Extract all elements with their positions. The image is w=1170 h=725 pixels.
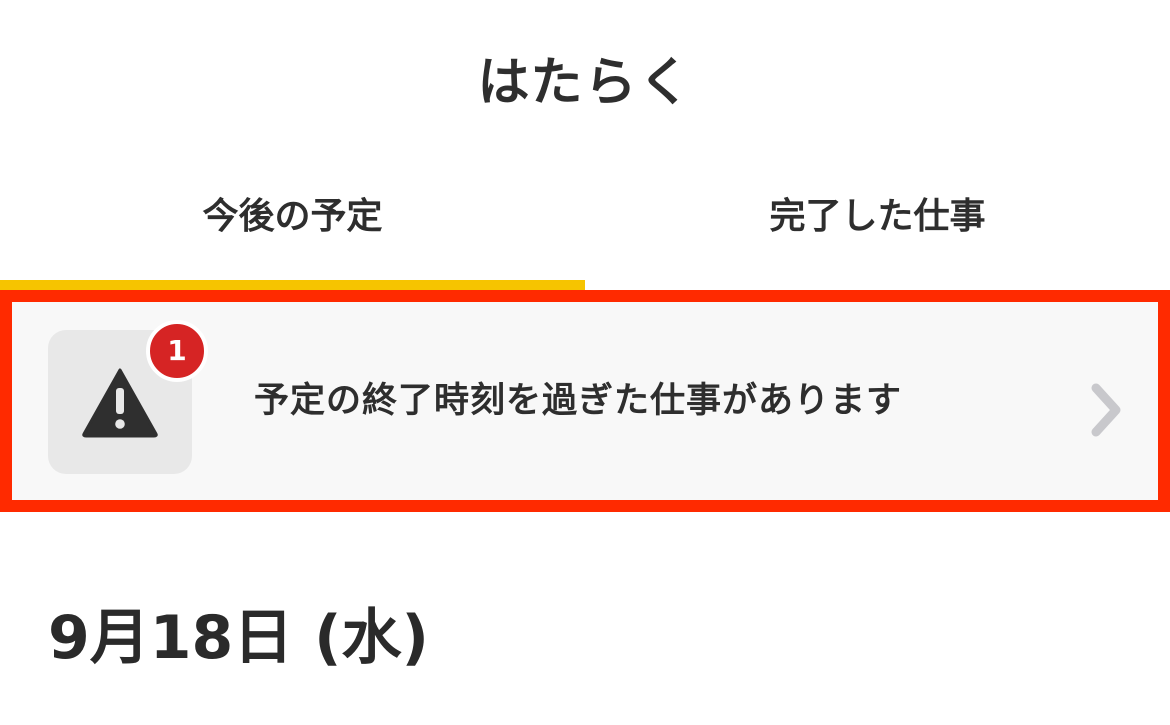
alert-message: 予定の終了時刻を過ぎた仕事があります xyxy=(254,381,903,421)
page-title: はたらく xyxy=(477,53,693,113)
tab-upcoming[interactable]: 今後の予定 xyxy=(0,180,585,290)
overdue-alert-row[interactable]: 1 予定の終了時刻を過ぎた仕事があります xyxy=(12,302,1158,500)
chevron-right-icon xyxy=(1091,383,1121,437)
date-heading: 9月18日 (水) xyxy=(48,603,429,673)
tab-completed-label: 完了した仕事 xyxy=(769,196,986,237)
notification-badge: 1 xyxy=(146,320,208,382)
tab-selected-indicator xyxy=(0,280,585,290)
warning-icon xyxy=(82,368,158,438)
tab-completed[interactable]: 完了した仕事 xyxy=(585,180,1170,290)
overdue-alert-highlight: 1 予定の終了時刻を過ぎた仕事があります xyxy=(0,290,1170,512)
tab-bar: 今後の予定 完了した仕事 xyxy=(0,180,1170,290)
tab-upcoming-label: 今後の予定 xyxy=(202,196,383,237)
